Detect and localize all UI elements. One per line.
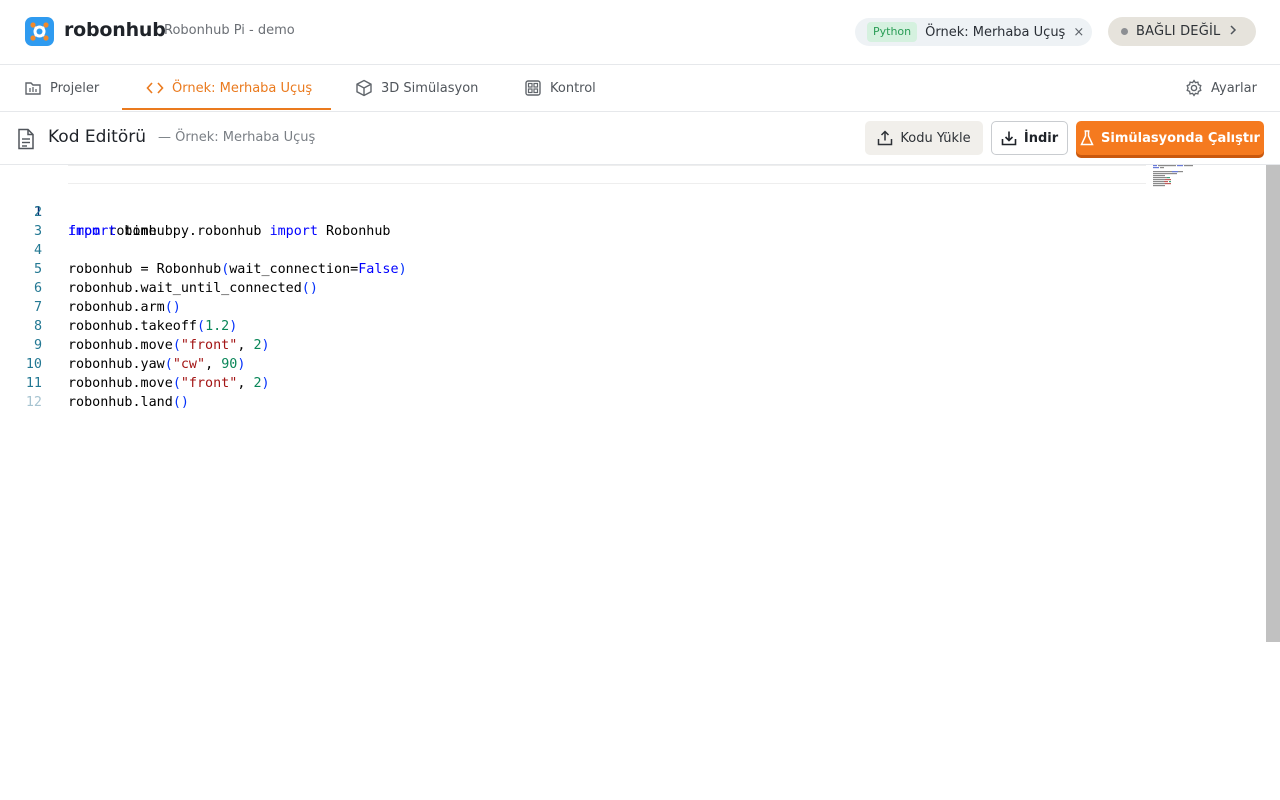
download-icon <box>1001 131 1017 146</box>
code-line: 6 robonhub.arm() <box>0 260 1266 315</box>
code-line: 11 robonhub.land() <box>0 355 1266 410</box>
code-text: robonhub.land() <box>68 395 189 410</box>
active-tab-indicator <box>122 108 331 110</box>
tab-kontrol[interactable]: Kontrol <box>524 65 596 111</box>
code-line: 2 import time <box>0 184 1266 239</box>
editor-title: Kod Editörü <box>48 127 146 147</box>
code-line: 10 robonhub.move("front", 2) <box>0 336 1266 391</box>
open-file-pill[interactable]: Python Örnek: Merhaba Uçuş × <box>855 18 1092 46</box>
tab-ornek-merhaba-ucus[interactable]: Örnek: Merhaba Uçuş <box>146 65 312 111</box>
brand-name: robonhub <box>64 19 166 41</box>
code-icon <box>146 82 164 94</box>
current-line-highlight <box>68 165 1146 184</box>
upload-icon <box>878 130 893 146</box>
code-editor[interactable]: 1 from robonhubpy.robonhub import Robonh… <box>0 165 1266 642</box>
run-in-simulation-label: Simülasyonda Çalıştır <box>1101 130 1260 146</box>
close-icon[interactable]: × <box>1073 25 1084 40</box>
tab-projeler[interactable]: Projeler <box>24 65 99 111</box>
code-line: 12 <box>0 374 1266 410</box>
code-minimap[interactable] <box>1152 165 1202 195</box>
main-tabs: Projeler Örnek: Merhaba Uçuş 3D Simülasy… <box>0 65 1280 111</box>
tab-label: Projeler <box>50 80 100 96</box>
flask-icon <box>1080 130 1094 146</box>
code-line: 5 robonhub.wait_until_connected() <box>0 241 1266 296</box>
chevron-right-icon <box>1228 24 1238 39</box>
folder-icon <box>25 82 41 95</box>
status-dot-icon <box>1121 28 1128 35</box>
run-in-simulation-button[interactable]: Simülasyonda Çalıştır <box>1076 121 1264 155</box>
upload-code-label: Kodu Yükle <box>900 130 971 146</box>
upload-code-button[interactable]: Kodu Yükle <box>865 121 983 155</box>
code-line: 1 from robonhubpy.robonhub import Robonh… <box>0 165 1266 239</box>
download-button[interactable]: İndir <box>991 121 1068 155</box>
code-line: 3 <box>0 203 1266 239</box>
editor-file-subtitle: — Örnek: Merhaba Uçuş <box>158 130 316 145</box>
tab-label: Kontrol <box>550 80 596 96</box>
open-file-name: Örnek: Merhaba Uçuş <box>925 24 1066 40</box>
tab-label: 3D Simülasyon <box>381 80 479 96</box>
language-badge: Python <box>867 22 918 42</box>
download-label: İndir <box>1023 130 1059 146</box>
code-line: 4 robonhub = Robonhub(wait_connection=Fa… <box>0 222 1266 277</box>
connection-status-button[interactable]: BAĞLI DEĞİL <box>1108 17 1256 46</box>
code-line: 8 robonhub.move("front", 2) <box>0 298 1266 353</box>
code-line: 9 robonhub.yaw("cw", 90) <box>0 317 1266 372</box>
settings-label: Ayarlar <box>1211 80 1257 96</box>
line-number: 12 <box>25 395 42 410</box>
editor-toolbar: Kod Editörü — Örnek: Merhaba Uçuş Kodu Y… <box>0 112 1280 164</box>
code-line: 7 robonhub.takeoff(1.2) <box>0 279 1266 334</box>
app-header: robonhub Robonhub Pi - demo Python Örnek… <box>0 0 1280 64</box>
editor-scrollbar[interactable] <box>1266 165 1280 642</box>
gear-icon <box>1186 79 1202 97</box>
cube-icon <box>356 79 372 97</box>
tab-3d-simulasyon[interactable]: 3D Simülasyon <box>355 65 478 111</box>
connection-status-text: BAĞLI DEĞİL <box>1136 24 1221 39</box>
gamepad-icon <box>525 80 541 96</box>
project-subtitle: Robonhub Pi - demo <box>164 23 295 38</box>
settings-button[interactable]: Ayarlar <box>1185 65 1257 111</box>
tab-label: Örnek: Merhaba Uçuş <box>172 80 313 96</box>
robonhub-logo-icon <box>25 17 54 46</box>
document-icon <box>16 128 36 154</box>
